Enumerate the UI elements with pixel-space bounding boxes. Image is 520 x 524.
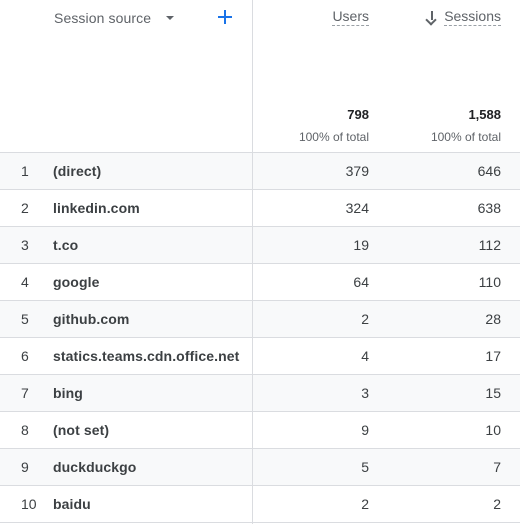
table-row[interactable]: 2 linkedin.com 324 638 <box>0 190 520 227</box>
row-sessions: 638 <box>477 200 501 216</box>
sessions-total: 1,588 100% of total <box>431 107 501 145</box>
table-row[interactable]: 3 t.co 19 112 <box>0 227 520 264</box>
table-row[interactable]: 1 (direct) 379 646 <box>0 153 520 190</box>
row-users: 2 <box>361 311 369 327</box>
row-index: 8 <box>21 422 29 438</box>
row-users: 2 <box>361 496 369 512</box>
row-users: 4 <box>361 348 369 364</box>
table-header: Session source Users Sessions 798 100% o… <box>0 0 520 153</box>
row-sessions: 28 <box>485 311 501 327</box>
row-source: bing <box>53 385 83 401</box>
column-header-users[interactable]: Users <box>332 7 369 27</box>
row-index: 3 <box>21 237 29 253</box>
row-index: 9 <box>21 459 29 475</box>
row-index: 4 <box>21 274 29 290</box>
users-total: 798 100% of total <box>299 107 369 145</box>
users-total-percent: 100% of total <box>298 130 369 144</box>
row-index: 5 <box>21 311 29 327</box>
row-source: statics.teams.cdn.office.net <box>53 348 240 364</box>
row-sessions: 15 <box>485 385 501 401</box>
users-total-value: 798 <box>347 107 369 122</box>
table-row[interactable]: 8 (not set) 9 10 <box>0 412 520 449</box>
row-users: 64 <box>353 274 369 290</box>
row-source: google <box>53 274 100 290</box>
table-row[interactable]: 9 duckduckgo 5 7 <box>0 449 520 486</box>
row-users: 3 <box>361 385 369 401</box>
row-index: 10 <box>21 496 37 512</box>
row-sessions: 7 <box>493 459 501 475</box>
table-row[interactable]: 6 statics.teams.cdn.office.net 4 17 <box>0 338 520 375</box>
row-users: 324 <box>345 200 369 216</box>
table-row[interactable]: 7 bing 3 15 <box>0 375 520 412</box>
row-sessions: 646 <box>477 163 501 179</box>
users-column-label: Users <box>332 8 369 26</box>
table-row[interactable]: 5 github.com 2 28 <box>0 301 520 338</box>
table-body: 1 (direct) 379 646 2 linkedin.com 324 63… <box>0 153 520 523</box>
arrow-down-icon <box>426 10 438 24</box>
row-index: 6 <box>21 348 29 364</box>
sessions-total-percent: 100% of total <box>430 130 501 144</box>
row-users: 5 <box>361 459 369 475</box>
plus-icon[interactable] <box>214 6 236 28</box>
row-index: 7 <box>21 385 29 401</box>
sessions-column-label: Sessions <box>444 8 501 26</box>
sessions-total-value: 1,588 <box>468 107 501 122</box>
table-row[interactable]: 4 google 64 110 <box>0 264 520 301</box>
row-source: linkedin.com <box>53 200 140 216</box>
row-sessions: 110 <box>478 274 501 290</box>
report-table: Session source Users Sessions 798 100% o… <box>0 0 520 524</box>
column-header-sessions[interactable]: Sessions <box>426 7 501 27</box>
row-sessions: 17 <box>485 348 501 364</box>
row-users: 9 <box>361 422 369 438</box>
row-source: baidu <box>53 496 91 512</box>
row-source: (direct) <box>53 163 102 179</box>
row-index: 2 <box>21 200 29 216</box>
row-sessions: 112 <box>478 237 501 253</box>
row-sessions: 2 <box>493 496 501 512</box>
row-source: github.com <box>53 311 130 327</box>
dimension-selector[interactable]: Session source <box>54 9 175 27</box>
row-users: 379 <box>345 163 369 179</box>
row-sessions: 10 <box>485 422 501 438</box>
column-divider <box>252 0 253 524</box>
row-source: (not set) <box>53 422 110 438</box>
row-source: duckduckgo <box>53 459 137 475</box>
caret-down-icon[interactable] <box>166 16 175 20</box>
row-index: 1 <box>21 163 29 179</box>
row-users: 19 <box>353 237 369 253</box>
row-source: t.co <box>53 237 79 253</box>
dimension-label: Session source <box>54 10 152 26</box>
table-row[interactable]: 10 baidu 2 2 <box>0 486 520 523</box>
